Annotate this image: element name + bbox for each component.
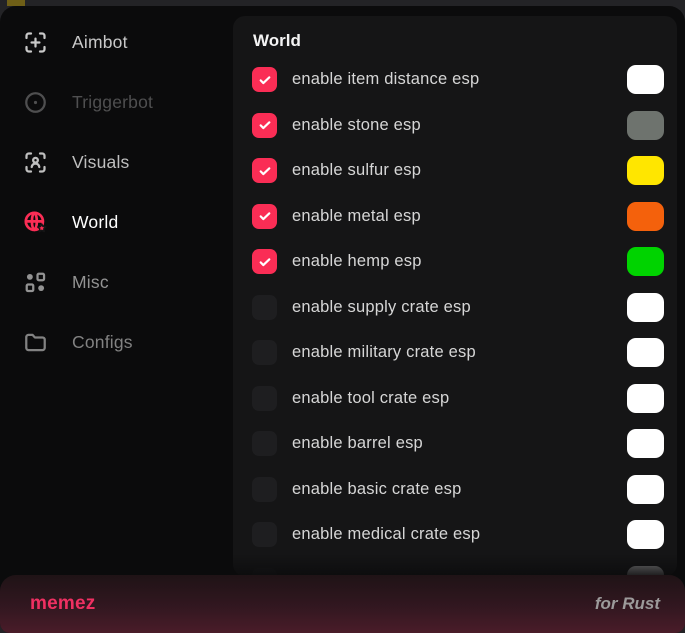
esp-checkbox[interactable] bbox=[252, 67, 277, 92]
esp-checkbox[interactable] bbox=[252, 158, 277, 183]
product-tagline: for Rust bbox=[595, 594, 660, 614]
person-scan-icon bbox=[22, 149, 49, 176]
sidebar-item-label: Aimbot bbox=[72, 32, 128, 53]
esp-row: enable supply crate esp bbox=[252, 285, 664, 331]
esp-label: enable supply crate esp bbox=[292, 298, 471, 317]
esp-label: enable basic crate esp bbox=[292, 480, 462, 499]
checkmark-icon bbox=[257, 208, 273, 224]
sidebar-item-label: Triggerbot bbox=[72, 92, 153, 113]
target-circle-icon bbox=[22, 89, 49, 116]
esp-row: enable hemp esp bbox=[252, 239, 664, 285]
esp-label: enable barrel esp bbox=[292, 434, 423, 453]
esp-row: enable medical crate esp bbox=[252, 512, 664, 558]
folder-icon bbox=[22, 329, 49, 356]
esp-row: enable metal esp bbox=[252, 194, 664, 240]
sidebar-item-misc[interactable]: Misc bbox=[0, 252, 233, 312]
brand-name: memez bbox=[30, 593, 95, 615]
color-swatch[interactable] bbox=[627, 293, 664, 322]
esp-row-cutoff bbox=[252, 558, 664, 577]
esp-checkbox[interactable] bbox=[252, 113, 277, 138]
cheat-menu-window: Aimbot Triggerbot Visuals bbox=[0, 6, 685, 633]
esp-label: enable sulfur esp bbox=[292, 161, 421, 180]
esp-checkbox[interactable] bbox=[252, 386, 277, 411]
esp-checkbox[interactable] bbox=[252, 295, 277, 320]
sidebar-item-label: Visuals bbox=[72, 152, 130, 173]
sidebar-item-visuals[interactable]: Visuals bbox=[0, 132, 233, 192]
sidebar-item-aimbot[interactable]: Aimbot bbox=[0, 12, 233, 72]
esp-row: enable basic crate esp bbox=[252, 467, 664, 513]
esp-label: enable medical crate esp bbox=[292, 525, 480, 544]
color-swatch[interactable] bbox=[627, 202, 664, 231]
color-swatch[interactable] bbox=[627, 520, 664, 549]
grid-shapes-icon bbox=[22, 269, 49, 296]
panel-title: World bbox=[253, 31, 664, 51]
crosshair-scan-icon bbox=[22, 29, 49, 56]
globe-star-icon bbox=[22, 209, 49, 236]
esp-row: enable stone esp bbox=[252, 103, 664, 149]
esp-checkbox[interactable] bbox=[252, 204, 277, 229]
esp-row: enable barrel esp bbox=[252, 421, 664, 467]
color-swatch[interactable] bbox=[627, 111, 664, 140]
color-swatch[interactable] bbox=[627, 475, 664, 504]
esp-label: enable hemp esp bbox=[292, 252, 422, 271]
esp-label: enable metal esp bbox=[292, 207, 421, 226]
color-swatch[interactable] bbox=[627, 338, 664, 367]
esp-label: enable tool crate esp bbox=[292, 389, 449, 408]
checkmark-icon bbox=[257, 163, 273, 179]
esp-row: enable item distance esp bbox=[252, 57, 664, 103]
color-swatch[interactable] bbox=[627, 429, 664, 458]
sidebar-item-world[interactable]: World bbox=[0, 192, 233, 252]
esp-checkbox[interactable] bbox=[252, 431, 277, 456]
color-swatch[interactable] bbox=[627, 65, 664, 94]
color-swatch[interactable] bbox=[627, 247, 664, 276]
esp-row: enable tool crate esp bbox=[252, 376, 664, 422]
esp-checkbox[interactable] bbox=[252, 477, 277, 502]
sidebar-item-label: Configs bbox=[72, 332, 133, 353]
footer-bar: memez for Rust bbox=[0, 575, 685, 633]
sidebar-item-label: World bbox=[72, 212, 118, 233]
checkmark-icon bbox=[257, 254, 273, 270]
esp-label: enable stone esp bbox=[292, 116, 421, 135]
sidebar-item-triggerbot[interactable]: Triggerbot bbox=[0, 72, 233, 132]
world-panel: World enable item distance esp enable st… bbox=[233, 16, 677, 576]
sidebar: Aimbot Triggerbot Visuals bbox=[0, 12, 233, 372]
checkmark-icon bbox=[257, 72, 273, 88]
sidebar-item-label: Misc bbox=[72, 272, 109, 293]
esp-label: enable military crate esp bbox=[292, 343, 476, 362]
color-swatch[interactable] bbox=[627, 384, 664, 413]
esp-label: enable item distance esp bbox=[292, 70, 479, 89]
esp-checkbox[interactable] bbox=[252, 340, 277, 365]
sidebar-item-configs[interactable]: Configs bbox=[0, 312, 233, 372]
checkmark-icon bbox=[257, 117, 273, 133]
esp-row: enable sulfur esp bbox=[252, 148, 664, 194]
esp-row: enable military crate esp bbox=[252, 330, 664, 376]
esp-checkbox[interactable] bbox=[252, 249, 277, 274]
esp-checkbox[interactable] bbox=[252, 522, 277, 547]
color-swatch[interactable] bbox=[627, 156, 664, 185]
